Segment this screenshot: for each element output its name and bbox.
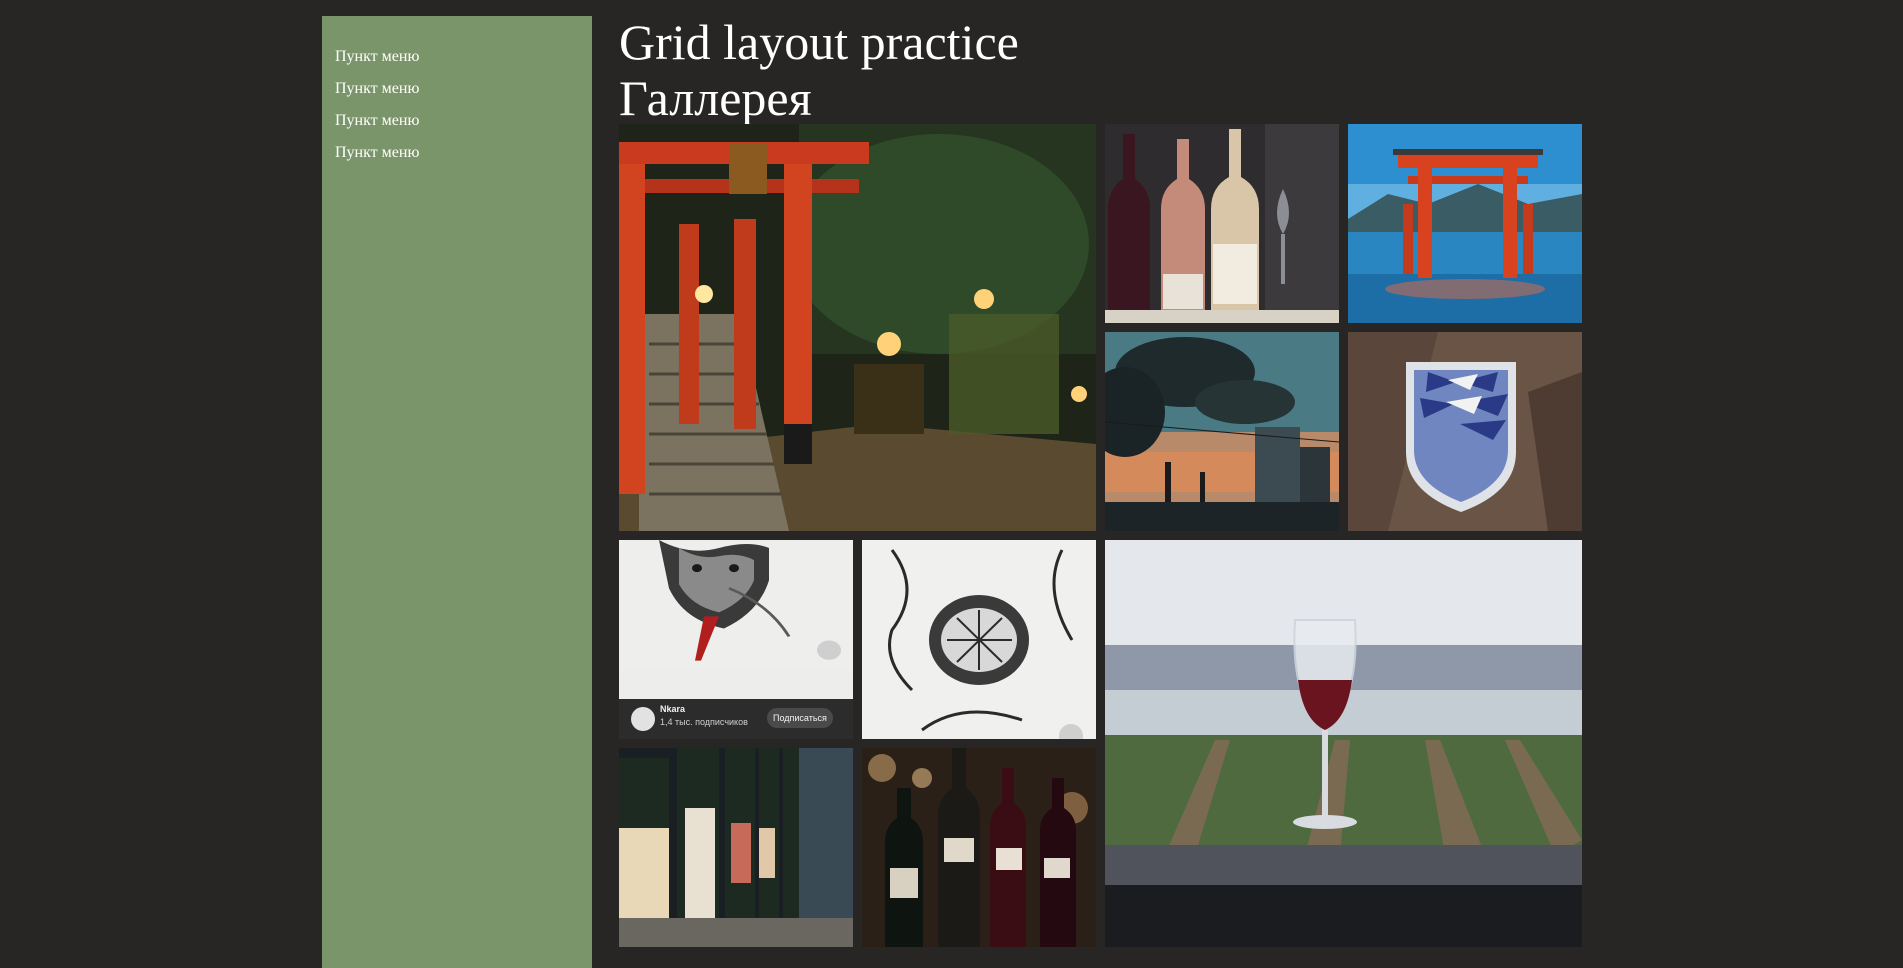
- wings-of-freedom-emblem-photo: [1348, 332, 1582, 531]
- pin-author[interactable]: Nkara: [660, 704, 685, 714]
- sidebar: Пункт меню Пункт меню Пункт меню Пункт м…: [322, 16, 592, 968]
- avatar[interactable]: [631, 707, 655, 731]
- torii-shrine-night-photo: [619, 124, 1096, 531]
- subscribe-button[interactable]: Подписаться: [767, 708, 833, 728]
- sidebar-menu-item[interactable]: Пункт меню: [335, 41, 419, 73]
- sidebar-menu: Пункт меню Пункт меню Пункт меню Пункт м…: [335, 41, 419, 169]
- oni-mask-sketch-photo: Nkara 1,4 тыс. подписчиков Подписаться: [619, 540, 853, 739]
- pin-card: Nkara 1,4 тыс. подписчиков Подписаться: [619, 699, 853, 739]
- sidebar-menu-item[interactable]: Пункт меню: [335, 73, 419, 105]
- pin-followers: 1,4 тыс. подписчиков: [660, 717, 748, 727]
- chrysanthemum-sketch-photo: [862, 540, 1096, 739]
- sidebar-menu-item[interactable]: Пункт меню: [335, 137, 419, 169]
- page-title: Grid layout practice: [619, 14, 1019, 70]
- factory-smoke-sunset-photo: [1105, 332, 1339, 531]
- wine-bottles-bokeh-photo: [862, 748, 1096, 947]
- page-header: Grid layout practice Галлерея: [619, 14, 1019, 126]
- wine-shelf-photo: [619, 748, 853, 947]
- floating-torii-gate-photo: [1348, 124, 1582, 323]
- wine-bottles-dark-photo: [1105, 124, 1339, 323]
- sidebar-menu-item[interactable]: Пункт меню: [335, 105, 419, 137]
- gallery-heading: Галлерея: [619, 70, 812, 126]
- wine-glass-vineyard-photo: [1105, 540, 1582, 947]
